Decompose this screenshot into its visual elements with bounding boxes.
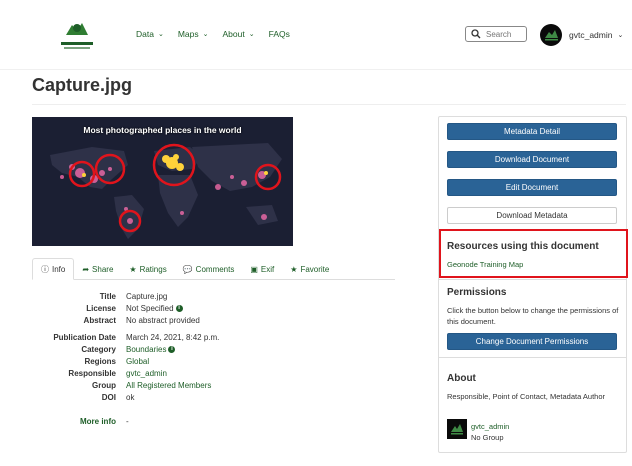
user-menu[interactable]: gvtc_admin ⌄ (569, 30, 623, 40)
chevron-down-icon: ⌄ (202, 31, 209, 38)
metadata-detail-button[interactable]: Metadata Detail (447, 123, 617, 140)
info-tabs: ⓘ Info ➦ Share ★ Ratings 💬 Comments ▣ Exif ★ F… (32, 258, 395, 280)
nav-faqs[interactable]: FAQs (269, 29, 290, 39)
tab-exif[interactable]: ▣ Exif (242, 258, 282, 280)
regions-link[interactable]: Global (126, 357, 149, 366)
search-box[interactable] (465, 26, 527, 42)
info-row-abstract: Abstract No abstract provided (83, 316, 200, 325)
info-icon[interactable]: i (175, 305, 183, 313)
user-avatar[interactable] (540, 24, 562, 46)
info-row-license: License Not Specified i (32, 304, 395, 316)
avatar[interactable] (447, 419, 467, 439)
divider (32, 104, 626, 105)
resources-title: Resources using this document (447, 241, 599, 252)
tab-ratings[interactable]: ★ Ratings (121, 258, 174, 280)
info-row-category: Category Boundaries i (32, 345, 395, 357)
page-title: Capture.jpg (32, 75, 133, 95)
change-permissions-button[interactable]: Change Document Permissions (447, 333, 617, 350)
info-icon[interactable]: i (168, 346, 176, 354)
about-user-link[interactable]: gvtc_admin (471, 421, 611, 432)
info-row-doi: DOI ok (101, 393, 135, 402)
geonode-training-map-link[interactable]: Geonode Training Map (447, 259, 622, 270)
gvtc-logo[interactable] (56, 17, 98, 53)
divider (439, 357, 626, 358)
image-icon: ▣ (250, 264, 258, 274)
tab-comments[interactable]: 💬 Comments (175, 258, 243, 280)
about-group: No Group (471, 433, 504, 442)
more-info-link[interactable]: More info (80, 417, 116, 426)
navbar: Data⌄ Maps⌄ About⌄ FAQs gvtc_admin⌄ (0, 0, 632, 70)
chevron-down-icon: ⌄ (617, 32, 624, 39)
download-metadata-button[interactable]: Download Metadata (447, 207, 617, 224)
main-menu: Data ⌄ Maps ⌄ About ⌄ FAQs (136, 29, 304, 39)
about-text: Responsible, Point of Contact, Metadata … (447, 392, 606, 401)
side-panel: Metadata Detail Download Document Edit D… (438, 116, 628, 453)
image-caption: Most photographed places in the world (83, 125, 242, 135)
info-icon: ⓘ (41, 264, 49, 274)
info-row-responsible: Responsible gvtc_admin (68, 369, 167, 378)
info-row-more-info: More info - (80, 417, 129, 426)
nav-data[interactable]: Data ⌄ (136, 29, 164, 39)
search-input[interactable] (486, 29, 526, 39)
download-document-button[interactable]: Download Document (447, 151, 617, 168)
category-link[interactable]: Boundaries (126, 345, 166, 354)
chevron-down-icon: ⌄ (248, 31, 255, 38)
info-row-publication-date: Publication Date March 24, 2021, 8:42 p.m… (53, 333, 220, 342)
info-row-title: Title Capture.jpg (99, 292, 168, 301)
permissions-title: Permissions (447, 287, 507, 298)
chevron-down-icon: ⌄ (157, 31, 164, 38)
info-row-group: Group All Registered Members (92, 381, 212, 390)
nav-about[interactable]: About ⌄ (223, 29, 255, 39)
permissions-text: Click the button below to change the per… (447, 306, 619, 326)
info-row-regions: Regions Global (84, 357, 150, 366)
comments-icon: 💬 (182, 264, 193, 274)
star-icon: ★ (290, 264, 298, 274)
share-icon: ➦ (82, 264, 90, 274)
document-preview-image[interactable]: Most photographed places in the world (32, 117, 293, 246)
edit-document-button[interactable]: Edit Document (447, 179, 617, 196)
tab-favorite[interactable]: ★ Favorite (282, 258, 337, 280)
tab-share[interactable]: ➦ Share (74, 258, 121, 280)
about-title: About (447, 373, 476, 384)
search-icon (471, 29, 481, 39)
star-icon: ★ (129, 264, 137, 274)
responsible-link[interactable]: gvtc_admin (126, 369, 167, 378)
resources-highlight (439, 229, 628, 278)
divider (439, 279, 626, 280)
tab-info[interactable]: ⓘ Info (32, 258, 75, 280)
nav-maps[interactable]: Maps ⌄ (178, 29, 209, 39)
group-link[interactable]: All Registered Members (126, 381, 211, 390)
